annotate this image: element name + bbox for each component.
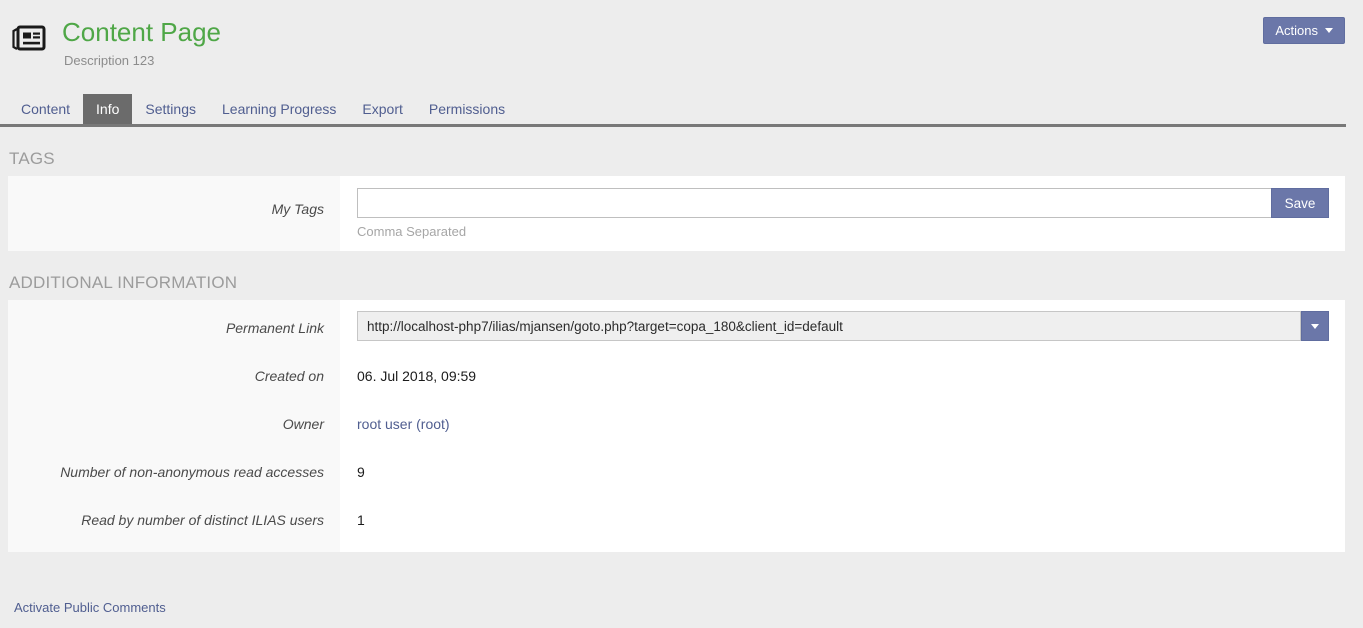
my-tags-input[interactable] — [357, 188, 1271, 218]
title-block: Content Page Description 123 — [62, 18, 1363, 68]
owner-link[interactable]: root user (root) — [357, 416, 450, 432]
actions-button-label: Actions — [1275, 23, 1318, 38]
additional-info-heading: ADDITIONAL INFORMATION — [9, 273, 1345, 293]
tab-info[interactable]: Info — [83, 94, 132, 124]
owner-value: root user (root) — [340, 400, 1345, 448]
tab-bar: Content Info Settings Learning Progress … — [0, 94, 1346, 127]
activate-public-comments-link[interactable]: Activate Public Comments — [14, 600, 166, 615]
tags-form-panel: My Tags Save Comma Separated — [8, 176, 1345, 251]
distinct-users-row: Read by number of distinct ILIAS users 1 — [8, 496, 1345, 552]
distinct-users-value: 1 — [340, 496, 1345, 552]
page-header: Content Page Description 123 Actions — [0, 0, 1363, 76]
my-tags-row: My Tags Save Comma Separated — [8, 176, 1345, 251]
tab-content[interactable]: Content — [8, 94, 83, 124]
content-page-icon — [10, 23, 48, 53]
my-tags-field: Save Comma Separated — [340, 176, 1345, 251]
owner-label: Owner — [8, 400, 340, 448]
created-on-label: Created on — [8, 352, 340, 400]
additional-info-panel: Permanent Link Created on 06. Jul 2018, … — [8, 300, 1345, 552]
permanent-link-field — [340, 300, 1345, 352]
permanent-link-label: Permanent Link — [8, 300, 340, 352]
caret-down-icon — [1325, 28, 1333, 33]
permanent-link-input-group — [357, 311, 1329, 341]
save-button[interactable]: Save — [1271, 188, 1329, 218]
my-tags-hint: Comma Separated — [357, 224, 1329, 239]
distinct-users-label: Read by number of distinct ILIAS users — [8, 496, 340, 552]
tab-permissions[interactable]: Permissions — [416, 94, 518, 124]
my-tags-label: My Tags — [8, 176, 340, 251]
caret-down-icon — [1311, 324, 1319, 329]
permanent-link-row: Permanent Link — [8, 300, 1345, 352]
read-accesses-row: Number of non-anonymous read accesses 9 — [8, 448, 1345, 496]
created-on-value: 06. Jul 2018, 09:59 — [340, 352, 1345, 400]
read-accesses-label: Number of non-anonymous read accesses — [8, 448, 340, 496]
tab-export[interactable]: Export — [349, 94, 415, 124]
page-title: Content Page — [62, 18, 1363, 48]
owner-row: Owner root user (root) — [8, 400, 1345, 448]
actions-button[interactable]: Actions — [1263, 17, 1345, 44]
tab-learning-progress[interactable]: Learning Progress — [209, 94, 349, 124]
page-description: Description 123 — [64, 53, 1363, 68]
tab-settings[interactable]: Settings — [132, 94, 209, 124]
created-on-row: Created on 06. Jul 2018, 09:59 — [8, 352, 1345, 400]
my-tags-input-group: Save — [357, 188, 1329, 218]
tags-section-heading: TAGS — [9, 149, 1345, 169]
permanent-link-input[interactable] — [357, 311, 1301, 341]
read-accesses-value: 9 — [340, 448, 1345, 496]
permanent-link-dropdown-button[interactable] — [1301, 311, 1329, 341]
